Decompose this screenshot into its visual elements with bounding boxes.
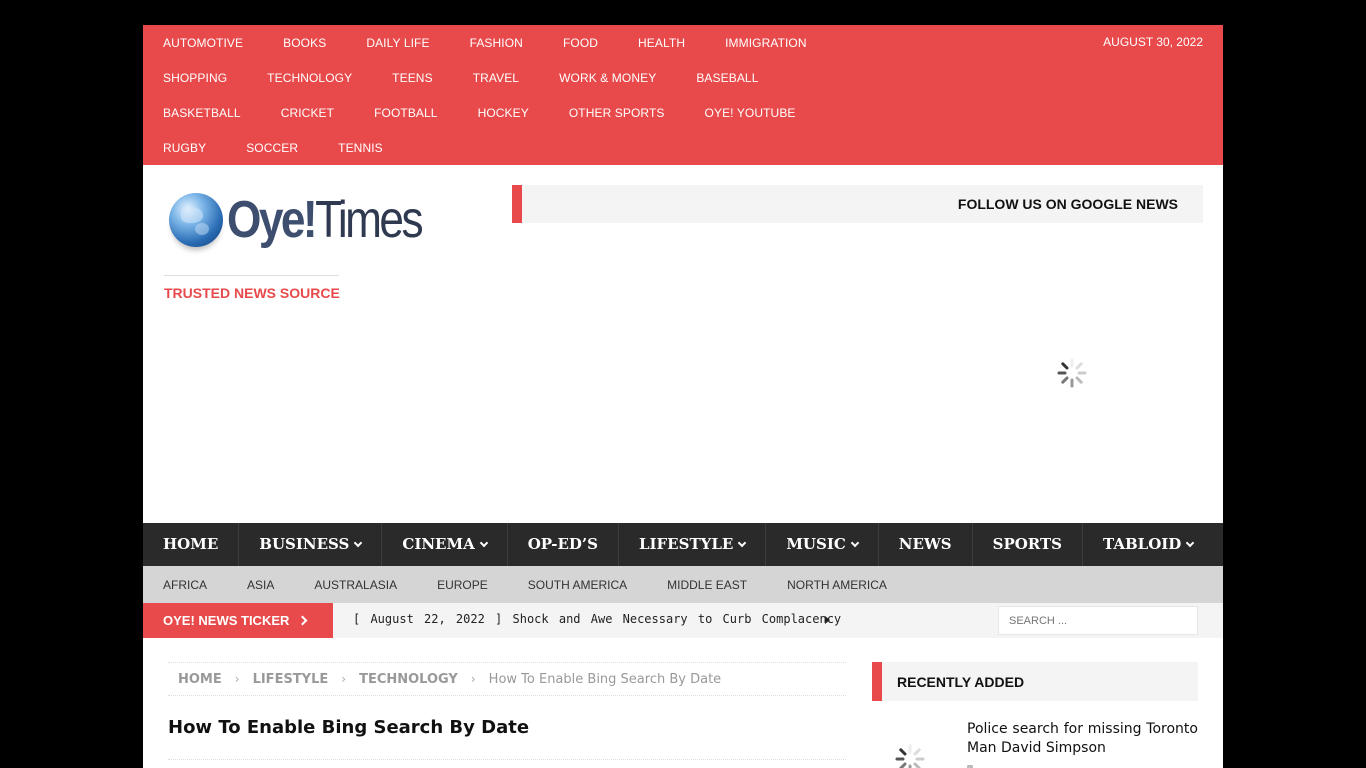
page-container: AUTOMOTIVE BOOKS DAILY LIFE FASHION FOOD… xyxy=(143,25,1223,768)
nav-label: TABLOID xyxy=(1103,535,1182,553)
nav-item-cinema[interactable]: CINEMA xyxy=(382,523,508,566)
ticker-next-icon[interactable] xyxy=(825,616,830,624)
nav-item-lifestyle[interactable]: LIFESTYLE xyxy=(619,523,767,566)
chevron-right-icon: › xyxy=(470,672,476,686)
nav-label: HOME xyxy=(163,535,219,553)
top-menu-item[interactable]: SOCCER xyxy=(246,141,298,155)
top-menu-item[interactable]: TECHNOLOGY xyxy=(267,71,352,85)
top-menu-item[interactable]: SHOPPING xyxy=(163,71,227,85)
breadcrumb-home[interactable]: HOME xyxy=(178,672,222,687)
loading-spinner-icon xyxy=(895,744,925,768)
page-title: How To Enable Bing Search By Date xyxy=(168,717,530,738)
top-menu-item[interactable]: BOOKS xyxy=(283,36,326,50)
chevron-right-icon xyxy=(297,615,308,626)
globe-icon xyxy=(169,193,223,247)
top-menu-row-3: BASKETBALL CRICKET FOOTBALL HOCKEY OTHER… xyxy=(163,95,836,130)
breadcrumb-lifestyle[interactable]: LIFESTYLE xyxy=(253,672,329,687)
top-menu-item[interactable]: TRAVEL xyxy=(473,71,519,85)
subnav-item-middle-east[interactable]: MIDDLE EAST xyxy=(667,578,747,592)
top-menu-item[interactable]: TENNIS xyxy=(338,141,383,155)
top-menu-row-2: SHOPPING TECHNOLOGY TEENS TRAVEL WORK & … xyxy=(163,60,798,95)
nav-item-tabloid[interactable]: TABLOID xyxy=(1083,523,1213,566)
top-menu-item[interactable]: HOCKEY xyxy=(478,106,529,120)
top-menu-item[interactable]: DAILY LIFE xyxy=(366,36,429,50)
nav-label: SPORTS xyxy=(992,535,1062,553)
recently-added-header: RECENTLY ADDED xyxy=(872,662,1198,701)
nav-label: MUSIC xyxy=(786,535,846,553)
subnav-item-europe[interactable]: EUROPE xyxy=(437,578,488,592)
subnav-item-africa[interactable]: AFRICA xyxy=(163,578,207,592)
top-menu-item[interactable]: BASEBALL xyxy=(696,71,758,85)
nav-item-sports[interactable]: SPORTS xyxy=(973,523,1083,566)
subnav-item-asia[interactable]: ASIA xyxy=(247,578,274,592)
top-menu-item[interactable]: OTHER SPORTS xyxy=(569,106,665,120)
top-menu-item[interactable]: OYE! YOUTUBE xyxy=(705,106,796,120)
news-ticker: OYE! NEWS TICKER [ August 22, 2022 ] Sho… xyxy=(143,603,1223,638)
nav-item-op-eds[interactable]: OP-ED’S xyxy=(508,523,619,566)
nav-label: NEWS xyxy=(898,535,952,553)
top-menu-item[interactable]: CRICKET xyxy=(281,106,334,120)
follow-google-news-bar: FOLLOW US ON GOOGLE NEWS xyxy=(512,185,1203,223)
chevron-down-icon xyxy=(1186,538,1195,548)
recently-added-title: RECENTLY ADDED xyxy=(897,674,1025,690)
top-menu-item[interactable]: RUGBY xyxy=(163,141,206,155)
site-logo[interactable]: Oye!Times xyxy=(167,189,437,259)
subnav-item-north-america[interactable]: NORTH AMERICA xyxy=(787,578,887,592)
logo-oye: Oye! xyxy=(227,191,318,249)
chevron-right-icon: › xyxy=(341,672,347,686)
top-menu-item[interactable]: WORK & MONEY xyxy=(559,71,656,85)
top-menu-row-4: RUGBY SOCCER TENNIS xyxy=(163,130,423,165)
top-menu-row-1: AUTOMOTIVE BOOKS DAILY LIFE FASHION FOOD… xyxy=(163,25,847,60)
chevron-right-icon: › xyxy=(234,672,240,686)
main-navigation: HOME BUSINESS CINEMA OP-ED’S LIFESTYLE M… xyxy=(143,523,1223,566)
top-menu-item[interactable]: FOOD xyxy=(563,36,598,50)
chevron-down-icon xyxy=(354,538,363,548)
chevron-down-icon xyxy=(738,538,747,548)
tagline-divider xyxy=(164,275,339,276)
nav-item-business[interactable]: BUSINESS xyxy=(239,523,383,566)
site-tagline: TRUSTED NEWS SOURCE xyxy=(164,285,340,301)
loading-spinner-icon xyxy=(1057,358,1087,388)
nav-item-music[interactable]: MUSIC xyxy=(766,523,879,566)
region-subnav: AFRICA ASIA AUSTRALASIA EUROPE SOUTH AME… xyxy=(143,566,1223,603)
top-menu-item[interactable]: FASHION xyxy=(470,36,523,50)
subnav-item-australasia[interactable]: AUSTRALASIA xyxy=(314,578,397,592)
top-menu-item[interactable]: FOOTBALL xyxy=(374,106,437,120)
follow-google-news-label[interactable]: FOLLOW US ON GOOGLE NEWS xyxy=(958,196,1178,212)
search-input[interactable] xyxy=(998,606,1198,635)
nav-label: OP-ED’S xyxy=(527,535,598,553)
top-menu-item[interactable]: AUTOMOTIVE xyxy=(163,36,243,50)
ticker-label-text: OYE! NEWS TICKER xyxy=(163,613,290,628)
nav-item-home[interactable]: HOME xyxy=(143,523,240,566)
subnav-item-south-america[interactable]: SOUTH AMERICA xyxy=(528,578,627,592)
top-menu-item[interactable]: IMMIGRATION xyxy=(725,36,807,50)
top-menu-item[interactable]: TEENS xyxy=(392,71,433,85)
top-category-menu: AUTOMOTIVE BOOKS DAILY LIFE FASHION FOOD… xyxy=(143,25,1223,165)
chevron-down-icon xyxy=(479,538,488,548)
ticker-headline-link[interactable]: [ August 22, 2022 ] Shock and Awe Necess… xyxy=(353,603,841,638)
breadcrumb: HOME › LIFESTYLE › TECHNOLOGY › How To E… xyxy=(168,662,846,696)
nav-label: CINEMA xyxy=(402,535,475,553)
current-date: AUGUST 30, 2022 xyxy=(1103,35,1203,49)
logo-times: Times xyxy=(315,191,423,249)
chevron-down-icon xyxy=(850,538,860,548)
breadcrumb-technology[interactable]: TECHNOLOGY xyxy=(359,672,458,687)
title-divider xyxy=(168,759,846,760)
nav-label: BUSINESS xyxy=(259,535,350,553)
top-menu-item[interactable]: BASKETBALL xyxy=(163,106,241,120)
breadcrumb-current: How To Enable Bing Search By Date xyxy=(488,671,722,687)
top-menu-item[interactable]: HEALTH xyxy=(638,36,685,50)
nav-item-news[interactable]: NEWS xyxy=(879,523,973,566)
logo-wordmark: Oye!Times xyxy=(227,189,424,251)
recent-post-link[interactable]: Police search for missing Toronto Man Da… xyxy=(967,720,1198,758)
nav-label: LIFESTYLE xyxy=(638,535,734,553)
ticker-label: OYE! NEWS TICKER xyxy=(143,603,333,638)
